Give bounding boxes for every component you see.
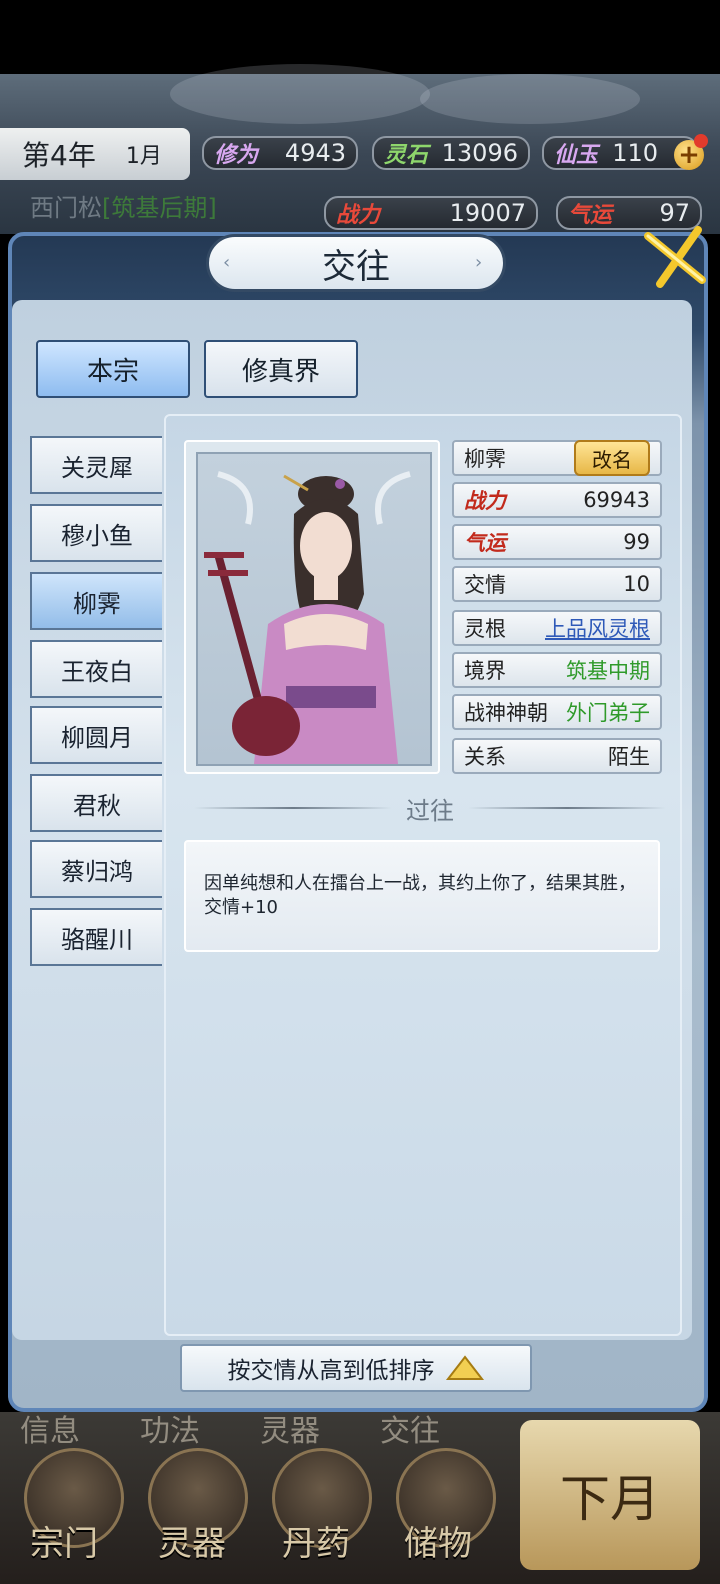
character-item[interactable]: 骆醒川 — [30, 908, 162, 966]
stat-label: 灵根 — [464, 617, 506, 641]
sort-button[interactable]: 按交情从高到低排序 — [180, 1344, 532, 1392]
luck-label: 气运 — [568, 202, 613, 228]
stat-value: 外门弟子 — [566, 701, 650, 725]
character-item[interactable]: 君秋 — [30, 774, 162, 832]
nav-pill[interactable]: 丹药 — [282, 1516, 350, 1565]
character-name: 君秋 — [73, 791, 121, 820]
tab-sect[interactable]: 本宗 — [36, 340, 190, 398]
character-name: 关灵犀 — [61, 453, 133, 482]
stat-label: 交情 — [464, 573, 506, 597]
nav-sect[interactable]: 宗门 — [30, 1516, 98, 1565]
player-realm: [筑基后期] — [102, 193, 217, 222]
cloud-decoration — [420, 74, 640, 124]
next-month-label: 下月 — [560, 1470, 660, 1528]
tab-cultivation-world[interactable]: 修真界 — [204, 340, 358, 398]
character-name-value: 柳霁 — [464, 447, 506, 471]
divider — [194, 807, 392, 809]
character-name: 蔡归鸿 — [61, 857, 133, 886]
player-name: 西门松 — [30, 193, 102, 222]
character-item[interactable]: 关灵犀 — [30, 436, 162, 494]
faded-label: 灵器 — [260, 1414, 320, 1449]
stat-label: 境界 — [464, 659, 506, 683]
character-item[interactable]: 蔡归鸿 — [30, 840, 162, 898]
close-icon[interactable] — [640, 222, 710, 292]
resource-label: 修为 — [214, 142, 259, 168]
character-name: 骆醒川 — [61, 925, 133, 954]
cloud-decoration — [170, 64, 430, 124]
tab-label: 本宗 — [86, 356, 139, 387]
month-label: 1月 — [125, 144, 162, 169]
stat-value: 99 — [623, 530, 650, 554]
portrait-frame — [196, 452, 432, 766]
stat-label: 气运 — [464, 530, 506, 555]
nav-artifact[interactable]: 灵器 — [158, 1516, 226, 1565]
stat-label: 关系 — [464, 745, 506, 769]
character-item[interactable]: 柳圆月 — [30, 706, 162, 764]
divider — [468, 807, 666, 809]
title-deco-right-icon: › — [475, 252, 483, 273]
resource-label: 灵石 — [384, 142, 429, 168]
history-log: 因单纯想和人在擂台上一战，其约上你了，结果其胜，交情+10 — [184, 840, 660, 952]
rename-button[interactable]: 改名 — [574, 440, 650, 476]
stat-value: 陌生 — [608, 745, 650, 769]
title-deco-left-icon: ‹ — [223, 252, 231, 273]
stat-spirit-root: 灵根 上品风灵根 — [452, 610, 662, 646]
power-value: 19007 — [449, 199, 526, 227]
faded-label: 信息 — [20, 1414, 80, 1449]
character-name: 穆小鱼 — [61, 521, 133, 550]
stat-power: 战力 69943 — [452, 482, 662, 518]
stat-value: 69943 — [583, 488, 650, 512]
nav-storage[interactable]: 储物 — [404, 1516, 472, 1565]
stat-realm: 境界 筑基中期 — [452, 652, 662, 688]
history-entry: 因单纯想和人在擂台上一战，其约上你了，结果其胜，交情+10 — [204, 873, 636, 918]
stat-label: 战力 — [464, 488, 506, 513]
stat-value: 10 — [623, 572, 650, 596]
triangle-up-icon — [445, 1355, 484, 1380]
notification-dot — [694, 134, 708, 148]
character-item[interactable]: 穆小鱼 — [30, 504, 162, 562]
stat-label: 战神神朝 — [464, 701, 548, 725]
resource-spirit-stone: 灵石 13096 — [372, 136, 530, 170]
resource-value: 13096 — [441, 139, 518, 167]
stat-friendship: 交情 10 — [452, 566, 662, 602]
next-month-button[interactable]: 下月 — [520, 1420, 700, 1570]
character-name: 柳霁 — [73, 589, 121, 618]
stat-name: 柳霁 改名 — [452, 440, 662, 476]
dialog-title: 交往 — [322, 246, 390, 287]
stat-faction: 战神神朝 外门弟子 — [452, 694, 662, 730]
power-label: 战力 — [336, 202, 381, 228]
resource-value: 4943 — [284, 139, 346, 167]
sort-label: 按交情从高到低排序 — [227, 1358, 435, 1384]
player-power: 战力 19007 — [324, 196, 538, 230]
stat-value: 筑基中期 — [566, 659, 650, 683]
history-title: 过往 — [406, 796, 454, 825]
faded-label: 功法 — [140, 1414, 200, 1449]
resource-label: 仙玉 — [554, 142, 599, 168]
date-display: 第4年 1月 — [0, 128, 190, 180]
stat-luck: 气运 99 — [452, 524, 662, 560]
dialog-title-plate: ‹ 交往 › — [206, 234, 506, 292]
character-item[interactable]: 王夜白 — [30, 640, 162, 698]
character-illustration — [204, 471, 411, 764]
stat-value: 上品风灵根 — [545, 617, 650, 641]
player-name-bar: 西门松 [筑基后期] — [30, 184, 310, 226]
faded-menu-row: 信息 功法 灵器 交往 — [20, 1406, 500, 1449]
history-section-title: 过往 — [180, 792, 680, 825]
year-label: 第4年 — [22, 139, 96, 172]
stat-relation: 关系 陌生 — [452, 738, 662, 774]
faded-label: 交往 — [380, 1414, 440, 1449]
character-name: 柳圆月 — [61, 723, 133, 752]
tab-label: 修真界 — [241, 356, 320, 387]
character-portrait — [184, 440, 440, 774]
character-name: 王夜白 — [61, 657, 133, 686]
character-item-selected[interactable]: 柳霁 — [30, 572, 162, 630]
resource-value: 110 — [612, 139, 658, 167]
resource-cultivation: 修为 4943 — [202, 136, 358, 170]
